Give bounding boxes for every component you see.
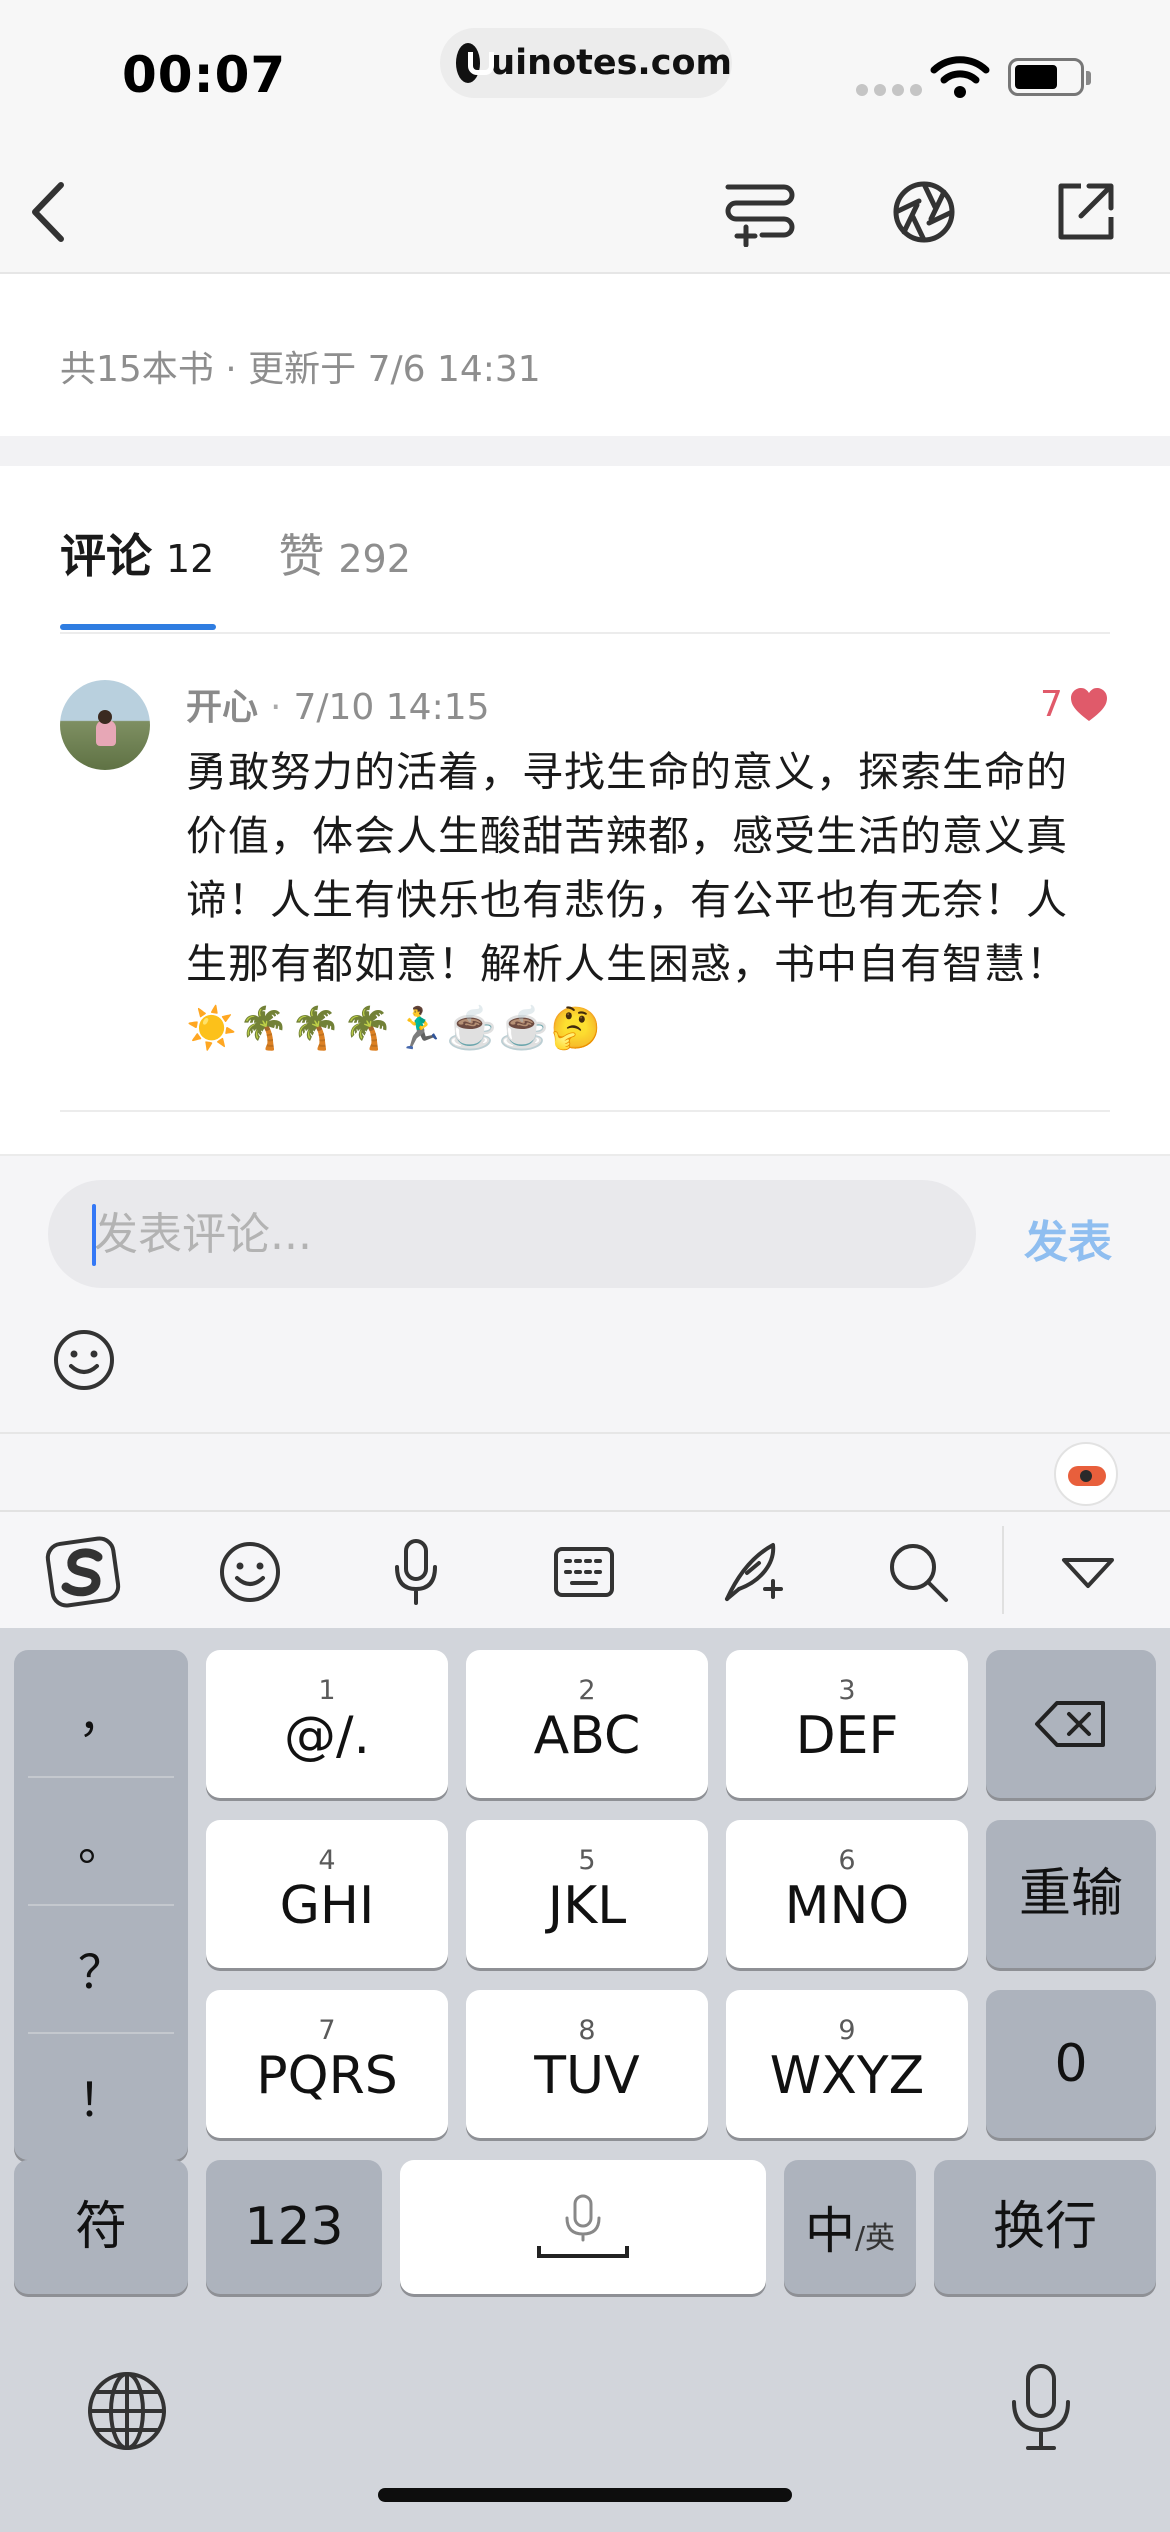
- emoji-picker-icon[interactable]: [52, 1328, 116, 1392]
- text-caret: [92, 1204, 96, 1266]
- handwriting-icon[interactable]: [710, 1530, 794, 1614]
- key-4[interactable]: 4 GHI: [206, 1820, 448, 1968]
- microphone-icon[interactable]: [374, 1530, 458, 1614]
- signal-dots-icon: [856, 84, 922, 96]
- sogou-logo-icon[interactable]: [42, 1530, 126, 1614]
- status-time: 00:07: [122, 46, 287, 104]
- comment-username[interactable]: 开心: [186, 678, 258, 730]
- key-2[interactable]: 2 ABC: [466, 1650, 708, 1798]
- tab-comments-count: 12: [166, 537, 215, 581]
- url-pill[interactable]: uinotes.com: [440, 28, 732, 98]
- comment-timestamp: 7/10 14:15: [293, 687, 490, 728]
- key-comma[interactable]: ，: [14, 1650, 188, 1776]
- wifi-icon: [930, 56, 990, 98]
- uinotes-logo-icon: [456, 43, 495, 83]
- key-1[interactable]: 1 @/.: [206, 1650, 448, 1798]
- like-count: 7: [1040, 684, 1063, 725]
- status-bar: 00:07 uinotes.com: [0, 0, 1170, 150]
- tab-comments-label: 评论: [60, 529, 152, 583]
- tab-likes[interactable]: 赞 292: [278, 520, 411, 586]
- heart-icon: [1070, 687, 1107, 721]
- comment-composer: 发表: [0, 1154, 1170, 1510]
- backspace-icon: [1035, 1701, 1105, 1747]
- tabs-divider: [60, 632, 1110, 634]
- keyboard-icon[interactable]: [542, 1530, 626, 1614]
- keyboard: ， 。 ？ ！ 1 @/. 2 ABC 3 DEF 4 GHI 5 JKL 6 …: [0, 1628, 1170, 2532]
- key-7[interactable]: 7 PQRS: [206, 1990, 448, 2138]
- comment-divider: [60, 1110, 1110, 1112]
- url-text: uinotes.com: [490, 43, 732, 83]
- tab-comments[interactable]: 评论 12: [60, 520, 214, 586]
- comment-header: 开心 · 7/10 14:15: [186, 678, 490, 730]
- section-divider: [0, 436, 1170, 466]
- key-question[interactable]: ？: [14, 1906, 188, 2032]
- language-switch-key[interactable]: 中 /英: [784, 2160, 916, 2294]
- reenter-key[interactable]: 重输: [986, 1820, 1156, 1968]
- key-exclamation[interactable]: ！: [14, 2034, 188, 2160]
- key-5[interactable]: 5 JKL: [466, 1820, 708, 1968]
- ime-mascot-icon[interactable]: [1054, 1442, 1118, 1506]
- key-8[interactable]: 8 TUV: [466, 1990, 708, 2138]
- active-tab-indicator: [60, 624, 216, 630]
- key-period[interactable]: 。: [14, 1778, 188, 1904]
- toolbar-separator: [1002, 1526, 1004, 1614]
- key-3[interactable]: 3 DEF: [726, 1650, 968, 1798]
- comment-text: 勇敢努力的活着，寻找生命的意义，探索生命的价值，体会人生酸甜苦辣都，感受生活的意…: [186, 748, 1068, 1052]
- shutter-icon[interactable]: [884, 172, 964, 252]
- booklist-meta: 共15本书 · 更新于 7/6 14:31: [60, 349, 541, 390]
- add-to-list-icon[interactable]: [720, 172, 800, 252]
- like-button[interactable]: 7: [1040, 684, 1109, 725]
- back-icon[interactable]: [10, 172, 90, 252]
- symbol-key[interactable]: 符: [14, 2160, 188, 2294]
- avatar[interactable]: [60, 680, 150, 770]
- share-icon[interactable]: [1046, 172, 1126, 252]
- backspace-key[interactable]: [986, 1650, 1156, 1798]
- composer-divider: [0, 1432, 1170, 1434]
- key-0[interactable]: 0: [986, 1990, 1156, 2138]
- key-9[interactable]: 9 WXYZ: [726, 1990, 968, 2138]
- send-button[interactable]: 发表: [1024, 1206, 1112, 1270]
- tab-likes-label: 赞: [278, 529, 325, 583]
- space-voice-icon: [537, 2194, 629, 2258]
- key-6[interactable]: 6 MNO: [726, 1820, 968, 1968]
- tab-bar: 评论 12 赞 292: [60, 520, 475, 586]
- search-icon[interactable]: [876, 1530, 960, 1614]
- home-indicator[interactable]: [378, 2488, 792, 2502]
- tab-likes-count: 292: [338, 537, 411, 581]
- globe-icon[interactable]: [86, 2370, 168, 2452]
- comment-separator: ·: [270, 687, 282, 728]
- comment-input[interactable]: [48, 1180, 976, 1288]
- space-key[interactable]: [400, 2160, 766, 2294]
- battery-icon: [1008, 58, 1091, 96]
- numbers-key[interactable]: 123: [206, 2160, 382, 2294]
- nav-bar: [0, 150, 1170, 274]
- ime-toolbar: [0, 1510, 1170, 1628]
- emoji-icon[interactable]: [208, 1530, 292, 1614]
- newline-key[interactable]: 换行: [934, 2160, 1156, 2294]
- punctuation-column: ， 。 ？ ！: [14, 1650, 188, 2160]
- dictation-icon[interactable]: [1008, 2362, 1074, 2452]
- collapse-keyboard-icon[interactable]: [1046, 1530, 1130, 1614]
